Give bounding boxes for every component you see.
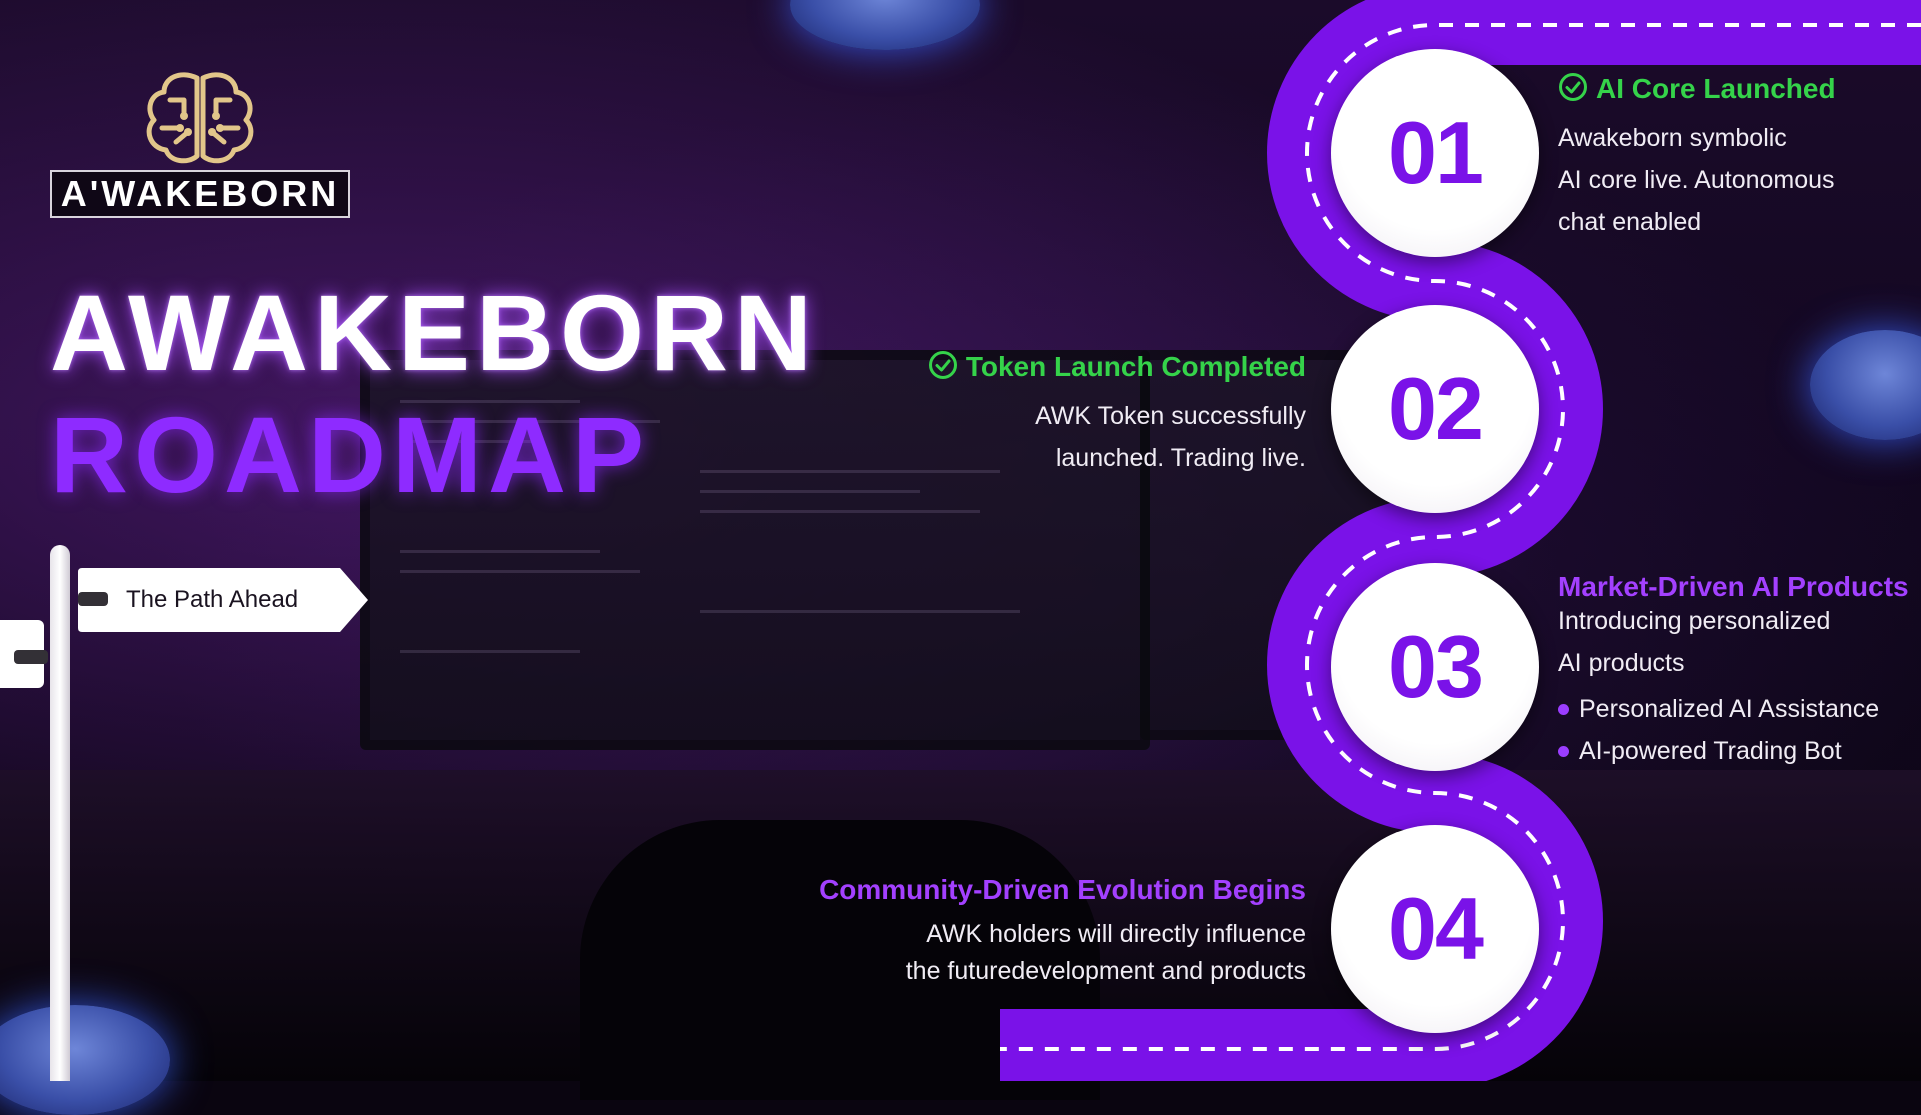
check-circle-icon	[928, 351, 957, 379]
bullet-item-text: Personalized AI Assistance	[1579, 695, 1880, 723]
milestone-number-02: 02	[1331, 305, 1539, 513]
milestone-title-03-text: Market-Driven AI Products	[1558, 571, 1909, 602]
check-circle-icon	[1559, 73, 1587, 101]
milestone-number-01: 01	[1331, 49, 1539, 257]
milestone-desc-01: Awakeborn symbolic AI core live. Autonom…	[1558, 117, 1835, 243]
milestone-title-02-text: Token Launch Completed	[965, 351, 1306, 382]
milestone-desc-03-line: Introducing personalized	[1558, 607, 1831, 635]
milestone-desc-02: AWK Token successfully launched. Trading…	[1035, 395, 1306, 479]
milestone-desc-01-line: AI core live. Autonomous	[1558, 166, 1835, 194]
milestone-title-02: Token Launch Completed	[928, 350, 1306, 383]
bullet-dot-icon	[1558, 746, 1569, 757]
milestone-number-03: 03	[1331, 563, 1539, 771]
milestone-bullets-03: Personalized AI Assistance AI-powered Tr…	[1558, 688, 1879, 772]
milestone-desc-01-line: Awakeborn symbolic	[1558, 124, 1787, 152]
bullet-item: AI-powered Trading Bot	[1558, 730, 1879, 772]
milestone-title-04: Community-Driven Evolution Begins	[819, 874, 1306, 906]
milestone-title-04-text: Community-Driven Evolution Begins	[819, 874, 1306, 905]
milestone-desc-01-line: chat enabled	[1558, 208, 1702, 236]
milestone-desc-02-line: launched. Trading live.	[1055, 444, 1306, 472]
milestone-desc-03: Introducing personalized AI products	[1558, 600, 1830, 684]
milestone-title-01: AI Core Launched	[1558, 72, 1836, 105]
bullet-item-text: AI-powered Trading Bot	[1579, 737, 1842, 765]
bullet-item: Personalized AI Assistance	[1558, 688, 1879, 730]
milestone-title-03: Market-Driven AI Products	[1558, 571, 1909, 603]
milestone-desc-04-line: the futuredevelopment and products	[905, 957, 1306, 985]
milestone-number-04: 04	[1331, 825, 1539, 1033]
milestone-desc-02-line: AWK Token successfully	[1035, 402, 1306, 430]
milestone-desc-04: AWK holders will directly influence the …	[906, 916, 1306, 990]
milestone-desc-03-line: AI products	[1558, 649, 1685, 677]
milestone-desc-04-line: AWK holders will directly influence	[926, 920, 1306, 948]
milestone-title-01-text: AI Core Launched	[1596, 73, 1836, 104]
bullet-dot-icon	[1558, 704, 1569, 715]
